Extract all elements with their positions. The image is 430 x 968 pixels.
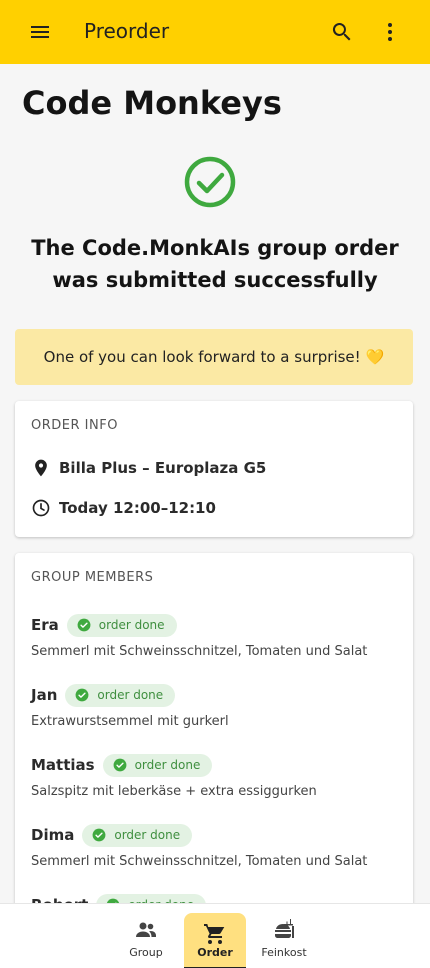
surprise-banner: One of you can look forward to a surpris… (15, 329, 413, 385)
menu-icon[interactable] (28, 20, 52, 44)
group-icon (136, 922, 156, 937)
nav-item-feinkost[interactable]: Feinkost (253, 904, 315, 968)
page-title: Code Monkeys (22, 84, 282, 122)
nav-label-feinkost: Feinkost (261, 946, 307, 959)
yellow-heart-icon: 💛 (365, 348, 385, 366)
status-text: order done (98, 618, 165, 632)
member-name: Jan (31, 686, 58, 704)
order-info-card: ORDER INFO Billa Plus – Europlaza G5 Tod… (15, 401, 413, 537)
nav-item-order[interactable]: Order (184, 913, 246, 968)
status-badge: order done (66, 613, 177, 637)
check-circle-icon (113, 758, 127, 772)
location-row: Billa Plus – Europlaza G5 (31, 458, 266, 478)
member-item: Era order done Semmerl mit Schweinsschni… (31, 613, 367, 659)
status-badge: order done (65, 683, 176, 707)
member-name: Era (31, 616, 59, 634)
more-vert-icon[interactable] (378, 20, 402, 44)
status-text: order done (114, 828, 181, 842)
member-item: Mattias order done Salzspitz mit leberkä… (31, 753, 317, 799)
status-text: order done (134, 758, 201, 772)
member-item: Jan order done Extrawurstsemmel mit gurk… (31, 683, 229, 729)
status-badge: order done (102, 753, 213, 777)
nav-label-order: Order (197, 946, 233, 959)
check-circle-icon (92, 828, 106, 842)
clock-icon (32, 499, 50, 517)
nav-item-group[interactable]: Group (115, 904, 177, 968)
check-circle-icon (184, 156, 236, 208)
check-circle-icon (77, 618, 91, 632)
location-pin-icon (35, 459, 47, 477)
member-order: Salzspitz mit leberkäse + extra essiggur… (31, 784, 317, 799)
cart-icon (204, 924, 225, 944)
food-icon (275, 919, 294, 938)
member-order: Semmerl mit Schweinsschnitzel, Tomaten u… (31, 644, 368, 659)
status-text: order done (97, 688, 164, 702)
member-order: Semmerl mit Schweinsschnitzel, Tomaten u… (31, 854, 368, 869)
group-members-label: GROUP MEMBERS (31, 570, 154, 585)
app-bar: Preorder (0, 0, 430, 64)
time-text: Today 12:00–12:10 (59, 499, 216, 517)
bottom-navigation: Group Order Feinkost (0, 903, 430, 968)
app-bar-title: Preorder (84, 19, 170, 43)
member-name: Mattias (31, 756, 95, 774)
banner-text: One of you can look forward to a surpris… (43, 348, 361, 366)
member-item: Dima order done Semmerl mit Schweinsschn… (31, 823, 367, 869)
search-icon[interactable] (330, 20, 354, 44)
check-circle-icon (75, 688, 89, 702)
time-row: Today 12:00–12:10 (31, 498, 216, 518)
order-info-label: ORDER INFO (31, 418, 118, 433)
nav-label-group: Group (129, 946, 163, 959)
member-name: Dima (31, 826, 75, 844)
member-order: Extrawurstsemmel mit gurkerl (31, 714, 229, 729)
success-message: The Code.MonkAIs group order was submitt… (31, 236, 399, 292)
location-text: Billa Plus – Europlaza G5 (59, 459, 267, 477)
status-badge: order done (82, 823, 193, 847)
